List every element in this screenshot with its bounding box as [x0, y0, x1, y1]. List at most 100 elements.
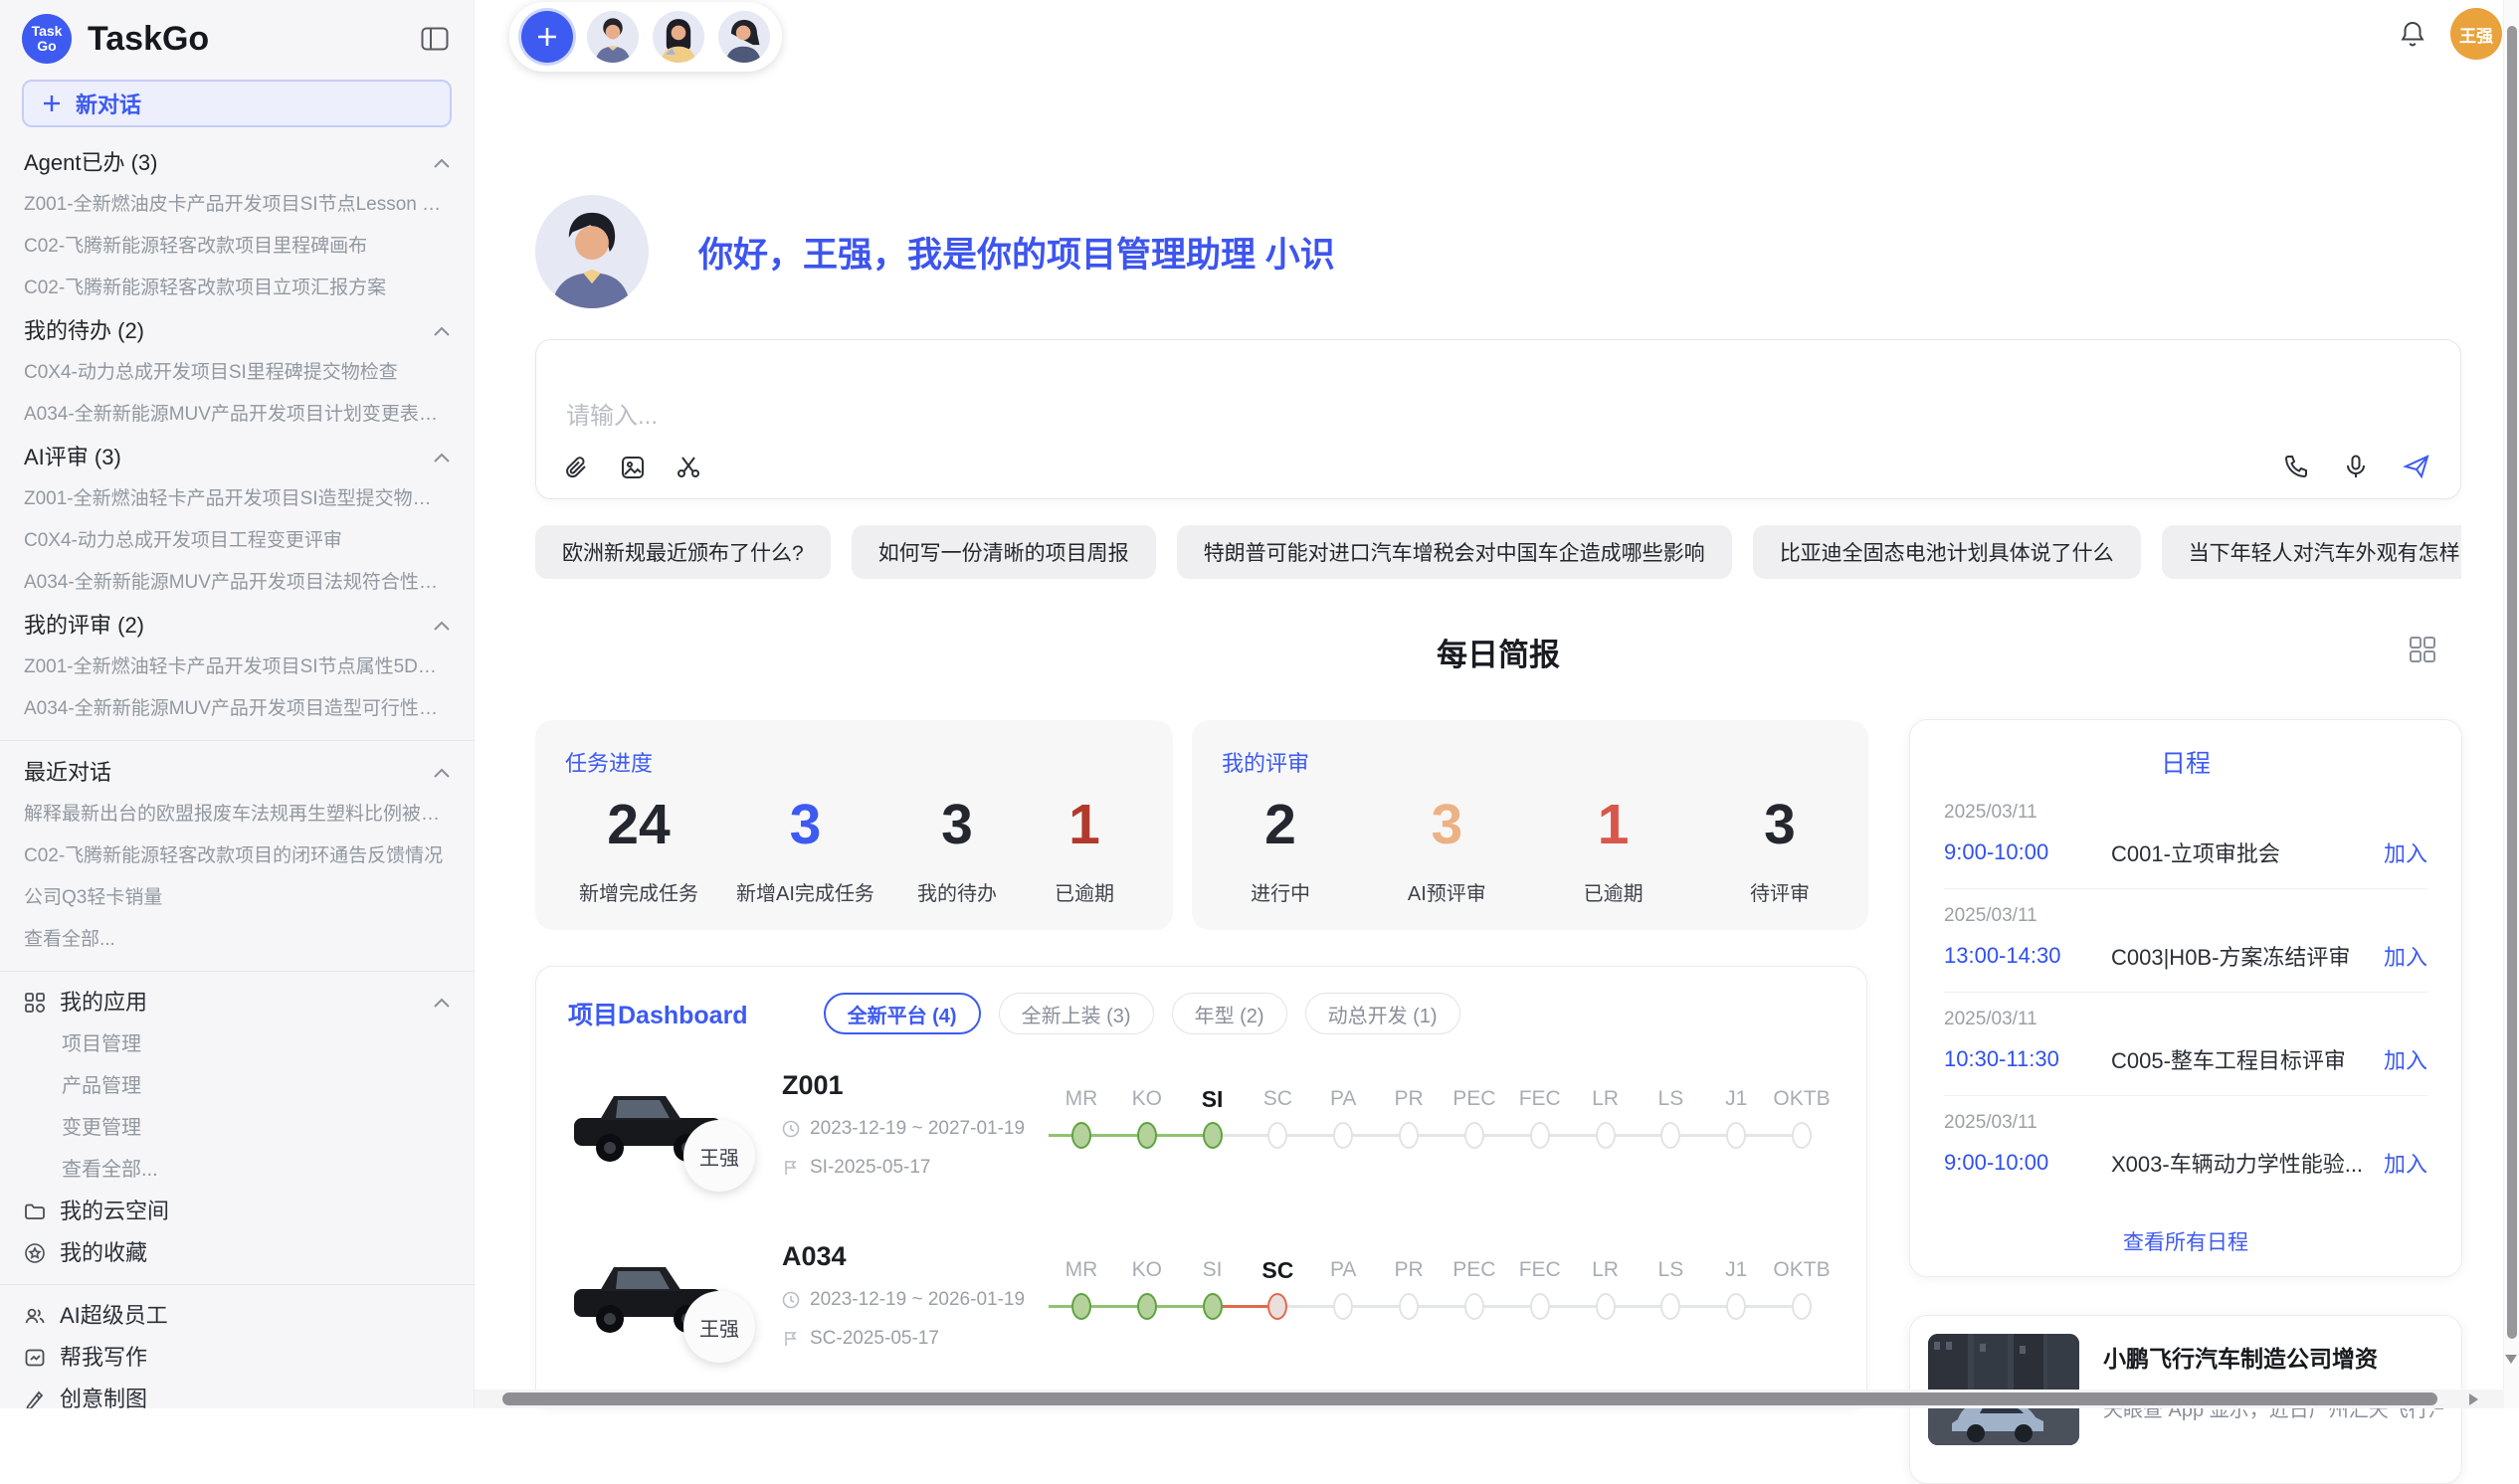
app-sub-item[interactable]: 变更管理 [24, 1107, 450, 1149]
sidebar-item-my-apps[interactable]: 我的应用 [24, 982, 450, 1023]
timeline-segment [1049, 1134, 1071, 1137]
project-dates: 2023-12-19 ~ 2027-01-19 [782, 1118, 1049, 1140]
milestone-timeline: MR KO [1049, 1066, 1835, 1149]
project-dashboard-card: 项目Dashboard 全新平台 (4)全新上装 (3)年型 (2)动总开发 (… [535, 966, 1867, 1408]
horizontal-scrollbar[interactable] [475, 1390, 2504, 1408]
timeline-segment [1442, 1134, 1464, 1137]
agent-avatar-1[interactable] [587, 11, 639, 63]
join-link[interactable]: 加入 [2384, 1147, 2427, 1179]
notification-bell-icon[interactable] [2400, 20, 2425, 48]
user-avatar[interactable]: 王强 [2450, 8, 2502, 60]
join-link[interactable]: 加入 [2384, 1043, 2427, 1075]
agent-avatar-2[interactable] [653, 11, 704, 63]
sidebar-task-item[interactable]: A034-全新新能源MUV产品开发项目造型可行性评审 [24, 688, 450, 730]
sidebar-group-ai-review: AI评审 (3) Z001-全新燃油轻卡产品开发项目SI造型提交物评审C0X4-… [24, 436, 450, 604]
recent-title[interactable]: 最近对话 [24, 751, 450, 794]
milestone: OKTB [1769, 1255, 1835, 1320]
clock-icon [782, 1291, 800, 1309]
timeline-segment [1310, 1305, 1333, 1308]
filter-chip[interactable]: 全新上装 (3) [999, 993, 1154, 1034]
sidebar-item-favorites[interactable]: 我的收藏 [24, 1232, 450, 1274]
phone-icon[interactable] [2283, 454, 2309, 479]
sidebar-task-item[interactable]: Z001-全新燃油轻卡产品开发项目SI节点属性5D文件评审 [24, 647, 450, 688]
sidebar-task-item[interactable]: C0X4-动力总成开发项目SI里程碑提交物检查 [24, 352, 450, 394]
timeline-segment [1507, 1134, 1530, 1137]
join-link[interactable]: 加入 [2384, 836, 2427, 868]
app-sub-item[interactable]: 产品管理 [24, 1065, 450, 1107]
app-sub-item[interactable]: 查看全部... [24, 1149, 450, 1191]
stat-label: AI预评审 [1402, 877, 1491, 906]
project-milestone: SC-2025-05-17 [782, 1328, 1049, 1350]
milestone-node [1660, 1122, 1680, 1149]
sidebar-task-item[interactable]: C02-飞腾新能源轻客改款项目立项汇报方案 [24, 268, 450, 309]
timeline-segment [1419, 1134, 1442, 1137]
filter-chip[interactable]: 动总开发 (1) [1305, 993, 1460, 1034]
sidebar-item-creative-draw[interactable]: 创意制图 [24, 1379, 450, 1408]
attach-icon[interactable] [564, 455, 590, 480]
chevron-up-icon [434, 998, 450, 1008]
recent-chat-item[interactable]: 解释最新出台的欧盟报废车法规再生塑料比例被调至15%... [24, 794, 450, 835]
send-icon[interactable] [2403, 453, 2430, 480]
suggestion-chip[interactable]: 比亚迪全固态电池计划具体说了什么 [1753, 525, 2141, 579]
timeline-segment [1180, 1305, 1203, 1308]
filter-chip[interactable]: 全新平台 (4) [824, 993, 981, 1034]
scissors-icon[interactable] [676, 455, 701, 480]
milestone-node [1333, 1122, 1353, 1149]
suggestion-chip[interactable]: 当下年轻人对汽车外观有怎样的喜好趋势 [2162, 525, 2461, 579]
group-title[interactable]: Agent已办 (3) [24, 141, 450, 184]
sidebar-task-item[interactable]: Z001-全新燃油轻卡产品开发项目SI造型提交物评审 [24, 478, 450, 520]
filter-chip[interactable]: 年型 (2) [1172, 993, 1287, 1034]
sidebar-task-item[interactable]: A034-全新新能源MUV产品开发项目计划变更表编写 [24, 394, 450, 436]
vertical-scrollbar[interactable] [2503, 0, 2519, 1408]
flag-icon [782, 1330, 800, 1348]
sidebar-item-ai-employee[interactable]: AI超级员工 [24, 1295, 450, 1337]
scroll-right-arrow-icon[interactable] [2469, 1393, 2478, 1405]
milestone-node [1726, 1122, 1746, 1149]
scroll-down-arrow-icon[interactable] [2505, 1355, 2517, 1364]
group-title[interactable]: 我的待办 (2) [24, 309, 450, 352]
sidebar-task-item[interactable]: C02-飞腾新能源轻客改款项目里程碑画布 [24, 226, 450, 268]
timeline-segment [1091, 1305, 1114, 1308]
timeline-segment [1703, 1305, 1726, 1308]
chevron-up-icon [434, 768, 450, 778]
agent-avatar-3[interactable] [718, 11, 770, 63]
group-title[interactable]: AI评审 (3) [24, 436, 450, 478]
milestone: LS [1638, 1255, 1703, 1320]
new-chat-button[interactable]: 新对话 [22, 80, 452, 127]
project-info: Z001 2023-12-19 ~ 2027-01-19 SI-2025-05-… [782, 1066, 1049, 1179]
view-all-schedule-link[interactable]: 查看所有日程 [1944, 1214, 2427, 1260]
suggestion-chip[interactable]: 特朗普可能对进口汽车增税会对中国车企造成哪些影响 [1177, 525, 1732, 579]
sidebar-item-cloud-space[interactable]: 我的云空间 [24, 1191, 450, 1232]
milestone: KO [1114, 1084, 1180, 1149]
collapse-sidebar-icon[interactable] [418, 22, 452, 56]
project-info: A034 2023-12-19 ~ 2026-01-19 SC-2025-05-… [782, 1237, 1049, 1350]
recent-chat-item[interactable]: C02-飞腾新能源轻客改款项目的闭环通告反馈情况 [24, 835, 450, 877]
sidebar-task-item[interactable]: A034-全新新能源MUV产品开发项目法规符合性评审 [24, 562, 450, 604]
stat-label: 新增完成任务 [579, 877, 698, 906]
project-owner-badge: 王强 [683, 1120, 755, 1192]
add-agent-button[interactable] [521, 11, 573, 63]
mic-icon[interactable] [2343, 454, 2369, 479]
recent-view-all[interactable]: 查看全部... [24, 919, 450, 961]
project-row-z001[interactable]: 王强 Z001 2023-12-19 ~ 2027-01-19 SI-2025-… [568, 1066, 1835, 1206]
recent-chat-item[interactable]: 公司Q3轻卡销量 [24, 877, 450, 919]
chat-composer[interactable]: 请输入... [535, 339, 2461, 499]
group-title[interactable]: 我的评审 (2) [24, 604, 450, 647]
project-row-a034[interactable]: 王强 A034 2023-12-19 ~ 2026-01-19 SC-2025-… [568, 1237, 1835, 1377]
stat: 2 进行中 [1236, 796, 1325, 906]
sidebar-item-help-write[interactable]: 帮我写作 [24, 1337, 450, 1379]
briefing-layout-icon[interactable] [2408, 635, 2437, 664]
horizontal-scrollbar-thumb[interactable] [502, 1392, 2437, 1405]
suggestion-chip[interactable]: 欧洲新规最近颁布了什么? [535, 525, 831, 579]
milestone-node [1203, 1122, 1223, 1149]
join-link[interactable]: 加入 [2384, 940, 2427, 972]
sidebar-task-item[interactable]: C0X4-动力总成开发项目工程变更评审 [24, 520, 450, 562]
timeline-segment [1573, 1134, 1596, 1137]
app-sub-item[interactable]: 项目管理 [24, 1023, 450, 1065]
suggestion-chip[interactable]: 如何写一份清晰的项目周报 [852, 525, 1156, 579]
vertical-scrollbar-thumb[interactable] [2507, 26, 2517, 1339]
milestone-node [1596, 1293, 1616, 1320]
sidebar-task-item[interactable]: Z001-全新燃油皮卡产品开发项目SI节点Lesson Learn报告 [24, 184, 450, 226]
sidebar-header: Task Go TaskGo [0, 0, 474, 72]
image-icon[interactable] [620, 455, 646, 480]
